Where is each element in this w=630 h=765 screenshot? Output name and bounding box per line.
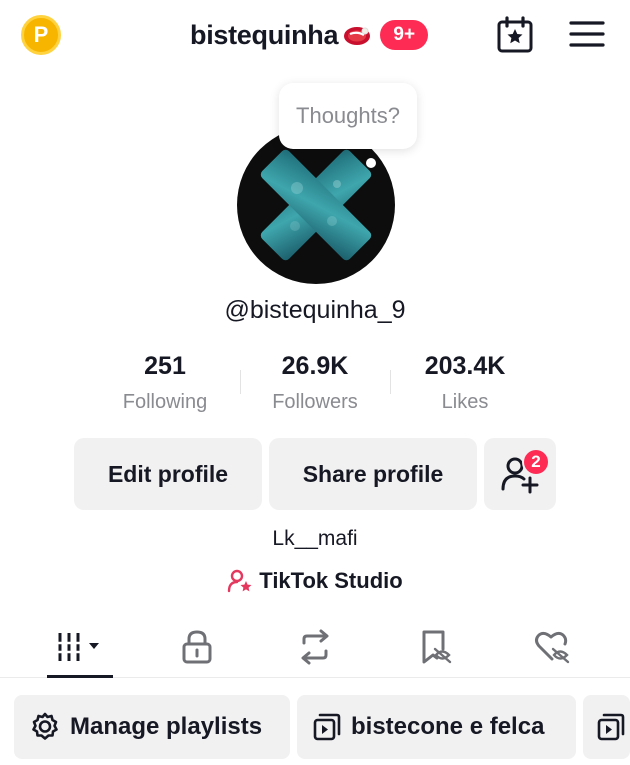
playlist-icon	[597, 713, 625, 741]
notification-badge[interactable]: 9+	[380, 20, 429, 50]
gear-icon	[32, 712, 58, 740]
stat-followers[interactable]: 26.9K Followers	[240, 352, 390, 422]
stat-likes[interactable]: 203.4K Likes	[390, 352, 540, 422]
stat-value: 26.9K	[281, 352, 349, 380]
chip-label: Manage playlists	[70, 713, 263, 740]
stat-label: Following	[122, 391, 208, 413]
grid-dropdown-icon	[57, 633, 99, 661]
tab-favorites[interactable]	[372, 618, 498, 676]
thought-placeholder: Thoughts?	[296, 103, 400, 128]
add-friends-button[interactable]	[484, 438, 556, 510]
avatar[interactable]	[237, 126, 395, 284]
profile-handle: @bistequinha_9	[224, 296, 406, 324]
stat-divider	[390, 370, 391, 394]
tab-liked[interactable]	[490, 618, 616, 676]
tiktok-studio-link[interactable]: TikTok Studio	[0, 568, 630, 594]
profile-bio: Lk__mafi	[272, 527, 358, 550]
lock-icon	[182, 630, 212, 664]
manage-playlists-button[interactable]: Manage playlists	[14, 695, 290, 759]
coins-icon[interactable]: P	[21, 15, 61, 55]
friend-request-badge: 2	[522, 448, 550, 476]
thought-bubble[interactable]: Thoughts?	[279, 83, 417, 149]
profile-stats: 251 Following 26.9K Followers 203.4K Lik…	[90, 352, 540, 422]
stat-label: Followers	[272, 391, 358, 413]
active-tab-indicator	[47, 675, 113, 678]
playlist-icon	[313, 713, 341, 741]
tab-private[interactable]	[134, 618, 260, 676]
chip-label: bistecone e felca	[351, 713, 545, 740]
avatar-x-image	[260, 149, 372, 261]
share-profile-button[interactable]: Share profile	[269, 438, 477, 510]
heart-hidden-icon	[535, 631, 570, 664]
playlist-chip[interactable]: bistecone e felca	[297, 695, 576, 759]
top-bar: P bistequinha 9+	[0, 0, 630, 72]
studio-person-star-icon	[228, 569, 252, 593]
studio-label: TikTok Studio	[259, 568, 403, 593]
tab-reposts[interactable]	[252, 618, 378, 676]
playlist-chip[interactable]	[583, 695, 630, 759]
stat-divider	[240, 370, 241, 394]
coin-letter: P	[33, 22, 49, 47]
stat-value: 251	[144, 352, 186, 380]
bookmark-hidden-icon	[422, 630, 452, 664]
tab-videos[interactable]	[17, 618, 143, 676]
edit-profile-button[interactable]: Edit profile	[74, 438, 262, 510]
stat-value: 203.4K	[424, 352, 506, 380]
stat-label: Likes	[441, 391, 489, 413]
stat-following[interactable]: 251 Following	[90, 352, 240, 422]
thought-bubble-tail	[366, 158, 376, 168]
page-title: bistequinha	[190, 19, 339, 50]
repost-icon	[301, 629, 329, 665]
menu-icon[interactable]	[569, 20, 605, 48]
calendar-star-icon[interactable]	[496, 16, 534, 54]
steak-emoji-icon	[344, 27, 371, 45]
content-tabs	[0, 618, 630, 678]
account-switcher[interactable]: bistequinha 9+	[190, 17, 429, 53]
